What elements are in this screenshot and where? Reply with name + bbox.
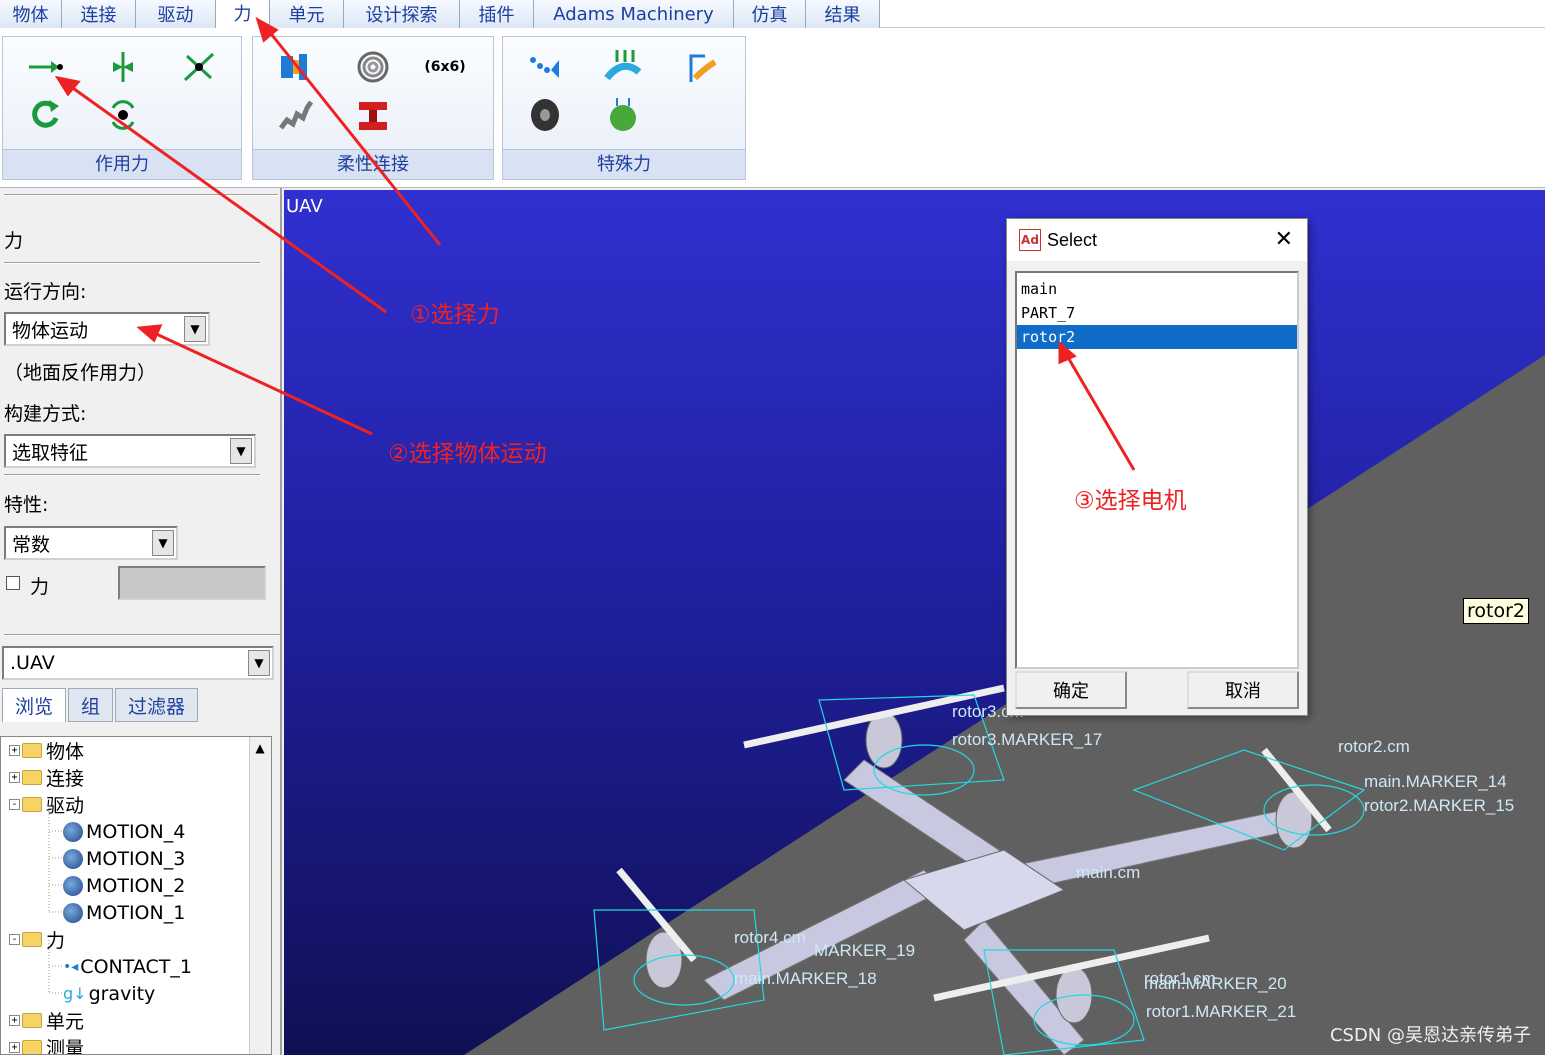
tire-icon[interactable] bbox=[523, 95, 567, 135]
run-direction-label: 运行方向: bbox=[4, 281, 87, 303]
chevron-down-icon[interactable]: ▼ bbox=[230, 438, 252, 464]
dialog-titlebar: Ad Select ✕ bbox=[1007, 219, 1307, 261]
tab-connectors[interactable]: 连接 bbox=[62, 0, 136, 28]
tree-scrollbar[interactable]: ▲ bbox=[249, 737, 271, 1054]
marker-label: rotor3.MARKER_17 bbox=[952, 730, 1103, 749]
tree-connector-lines bbox=[48, 805, 63, 994]
scroll-up-icon[interactable]: ▲ bbox=[250, 737, 270, 759]
annotation-step-1: ①选择力 bbox=[410, 302, 500, 328]
tab-elements[interactable]: 单元 bbox=[270, 0, 344, 28]
construct-method-value: 选取特征 bbox=[12, 441, 89, 464]
chevron-down-icon[interactable]: ▼ bbox=[248, 650, 270, 676]
browser-tabs: 浏览 组 过滤器 bbox=[2, 688, 200, 724]
list-item-rotor2[interactable]: rotor2 bbox=[1017, 325, 1297, 349]
contact-icon[interactable] bbox=[523, 47, 567, 87]
applied-forces-label: 作用力 bbox=[3, 149, 241, 179]
property-value: 常数 bbox=[12, 533, 51, 556]
construct-method-label: 构建方式: bbox=[4, 403, 87, 425]
special-forces-label: 特殊力 bbox=[503, 149, 745, 179]
modal-force-icon[interactable] bbox=[601, 95, 645, 135]
general-force-icon[interactable] bbox=[177, 47, 221, 87]
marker-label: MARKER_19 bbox=[814, 941, 916, 960]
annotation-step-3: ③选择电机 bbox=[1074, 488, 1187, 514]
watermark: CSDN @吴恩达亲传弟子 bbox=[1329, 1025, 1531, 1046]
tab-results[interactable]: 结果 bbox=[806, 0, 880, 28]
tab-adams-machinery[interactable]: Adams Machinery bbox=[534, 0, 734, 28]
marker-label: rotor4.cm bbox=[734, 928, 806, 947]
chevron-down-icon[interactable]: ▼ bbox=[152, 530, 174, 556]
marker-label: rotor1.MARKER_21 bbox=[1146, 1002, 1297, 1021]
beam-icon[interactable] bbox=[351, 95, 395, 135]
force-value-field[interactable] bbox=[118, 566, 266, 600]
hover-label: rotor2 bbox=[1463, 598, 1529, 624]
model-select[interactable]: .UAV ▼ bbox=[2, 646, 274, 680]
cancel-button[interactable]: 取消 bbox=[1187, 671, 1299, 709]
construct-method-select[interactable]: 选取特征 ▼ bbox=[4, 434, 256, 468]
marker-label: rotor2.cm bbox=[1338, 737, 1410, 756]
torsion-spring-icon[interactable] bbox=[351, 47, 395, 87]
tab-groups[interactable]: 组 bbox=[68, 688, 114, 722]
reaction-note: （地面反作用力） bbox=[4, 362, 157, 384]
panel-top-divider bbox=[4, 194, 278, 196]
divider bbox=[4, 634, 280, 636]
gravity-force-icon[interactable] bbox=[601, 47, 645, 87]
force-checkbox-label: 力 bbox=[30, 576, 50, 598]
model-title: UAV bbox=[286, 196, 323, 217]
field-element-icon[interactable]: (6x6) bbox=[423, 47, 467, 87]
flexible-connectors-group: (6x6) 柔性连接 bbox=[252, 36, 494, 180]
ribbon: 作用力 (6x6) 柔性连接 特殊力 bbox=[0, 28, 1545, 188]
model-tree: + 物体 + 连接 - 驱动 MOTION_4 MOTION_3 MOTION_… bbox=[0, 736, 272, 1055]
list-item-part-7[interactable]: PART_7 bbox=[1017, 301, 1297, 325]
run-direction-value: 物体运动 bbox=[12, 319, 89, 342]
run-direction-select[interactable]: 物体运动 ▼ bbox=[4, 312, 210, 346]
close-icon[interactable]: ✕ bbox=[1275, 227, 1293, 252]
property-select[interactable]: 常数 ▼ bbox=[4, 526, 178, 560]
ok-button[interactable]: 确定 bbox=[1015, 671, 1127, 709]
force-property-panel: 力 运行方向: 物体运动 ▼ （地面反作用力） 构建方式: 选取特征 ▼ 特性:… bbox=[0, 188, 282, 1055]
bushing-icon[interactable] bbox=[273, 47, 317, 87]
aerodynamic-force-icon[interactable] bbox=[679, 47, 723, 87]
marker-label: main.cm bbox=[1076, 863, 1141, 882]
divider bbox=[4, 474, 260, 476]
tab-filters[interactable]: 过滤器 bbox=[115, 688, 199, 722]
annotation-step-2: ②选择物体运动 bbox=[388, 441, 547, 467]
list-item-main[interactable]: main bbox=[1017, 277, 1297, 301]
main-tab-bar: 物体 连接 驱动 力 单元 设计探索 插件 Adams Machinery 仿真… bbox=[0, 0, 1545, 28]
single-force-icon[interactable] bbox=[23, 47, 67, 87]
tab-simulation[interactable]: 仿真 bbox=[734, 0, 806, 28]
tab-bodies[interactable]: 物体 bbox=[0, 0, 62, 28]
marker-label: rotor2.MARKER_15 bbox=[1364, 796, 1515, 815]
adams-logo-icon: Ad bbox=[1019, 229, 1041, 251]
single-torque-icon[interactable] bbox=[23, 95, 67, 135]
divider bbox=[4, 262, 260, 264]
marker-label: main.MARKER_14 bbox=[1364, 772, 1507, 791]
marker-label: main.MARKER_20 bbox=[1144, 974, 1287, 993]
marker-label: main.MARKER_18 bbox=[734, 969, 877, 988]
tab-design-exploration[interactable]: 设计探索 bbox=[344, 0, 460, 28]
property-label: 特性: bbox=[4, 494, 49, 516]
flexible-connectors-label: 柔性连接 bbox=[253, 149, 493, 179]
tab-browse[interactable]: 浏览 bbox=[2, 688, 67, 722]
force-checkbox[interactable] bbox=[6, 576, 20, 590]
tab-forces[interactable]: 力 bbox=[216, 0, 270, 28]
model-value: .UAV bbox=[10, 652, 55, 674]
select-list[interactable]: main PART_7 rotor2 bbox=[1015, 271, 1299, 669]
two-body-force-icon[interactable] bbox=[101, 47, 145, 87]
special-forces-group: 特殊力 bbox=[502, 36, 746, 180]
tab-motions[interactable]: 驱动 bbox=[136, 0, 216, 28]
select-dialog: Ad Select ✕ main PART_7 rotor2 确定 取消 bbox=[1006, 218, 1308, 716]
two-body-torque-icon[interactable] bbox=[101, 95, 145, 135]
tab-plugins[interactable]: 插件 bbox=[460, 0, 534, 28]
dialog-title: Select bbox=[1047, 229, 1098, 250]
panel-title: 力 bbox=[4, 230, 24, 252]
translational-spring-icon[interactable] bbox=[273, 95, 317, 135]
applied-forces-group: 作用力 bbox=[2, 36, 242, 180]
chevron-down-icon[interactable]: ▼ bbox=[184, 316, 206, 342]
